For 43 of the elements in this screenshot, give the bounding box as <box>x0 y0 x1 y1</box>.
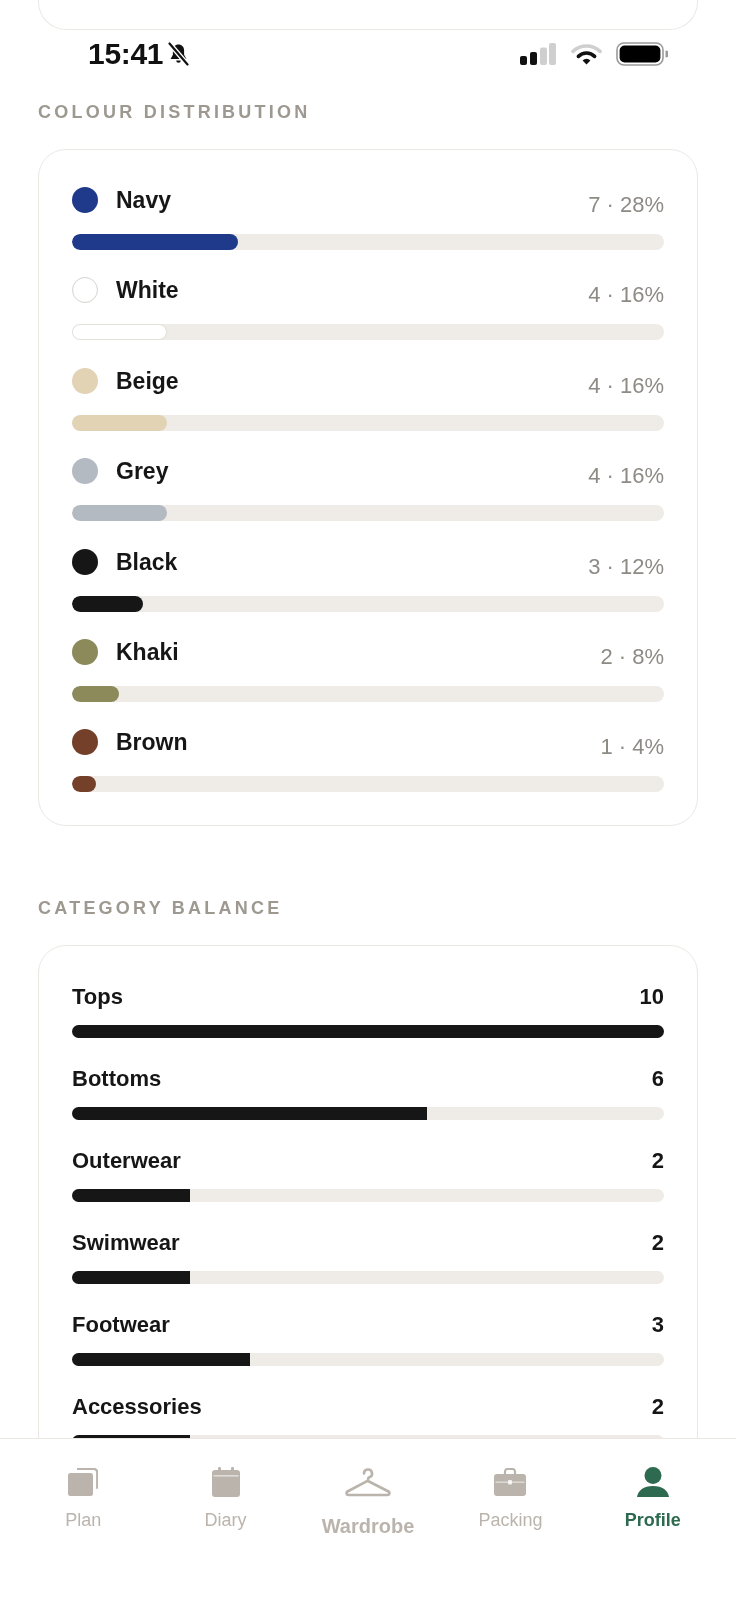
bell-slash-icon <box>167 42 191 66</box>
nav-tab[interactable]: Plan <box>12 1466 155 1531</box>
count-percentage: 7 · 28% <box>588 191 664 219</box>
colour-name: Black <box>116 547 178 576</box>
battery-icon <box>616 42 668 66</box>
category-name: Footwear <box>72 1312 170 1339</box>
colour-name: Navy <box>116 186 171 214</box>
hanger-icon <box>345 1467 391 1497</box>
category-count: 3 <box>651 1312 664 1339</box>
person-icon <box>636 1467 669 1497</box>
colour-name: White <box>116 276 179 305</box>
nav-tab[interactable]: Packing <box>439 1466 582 1531</box>
count-percentage: 1 · 4% <box>600 733 664 762</box>
category-count: 6 <box>651 1066 664 1093</box>
count-percentage: 4 · 16% <box>588 462 664 491</box>
signal-icon <box>520 43 556 65</box>
nav-tab[interactable]: Diary <box>154 1466 297 1531</box>
category-count: 2 <box>651 1394 664 1421</box>
category-name: Tops <box>72 984 123 1011</box>
category-count: 10 <box>639 984 664 1011</box>
calendar-icon <box>211 1467 240 1497</box>
nav-tab[interactable]: Profile <box>581 1466 725 1531</box>
category-name: Swimwear <box>72 1230 180 1257</box>
count-percentage: 3 · 12% <box>588 552 664 581</box>
colour-name: Grey <box>116 457 169 486</box>
category-name: Outerwear <box>72 1148 181 1175</box>
category-count: 2 <box>651 1230 664 1257</box>
category-name: Accessories <box>72 1394 202 1421</box>
stacked-squares-icon <box>68 1468 99 1496</box>
briefcase-icon <box>494 1468 527 1496</box>
colour-name: Khaki <box>116 637 179 666</box>
section-title: CATEGORY BALANCE <box>38 898 283 919</box>
section-title: COLOUR DISTRIBUTION <box>38 102 311 122</box>
colour-name: Brown <box>116 728 188 757</box>
nav-tab[interactable]: Wardrobe <box>296 1466 440 1538</box>
count-percentage: 2 · 8% <box>600 642 664 671</box>
count-percentage: 4 · 16% <box>588 281 664 310</box>
count-percentage: 4 · 16% <box>588 371 664 400</box>
category-count: 2 <box>651 1148 664 1175</box>
wifi-icon <box>571 43 602 65</box>
category-name: Bottoms <box>72 1066 162 1093</box>
colour-name: Beige <box>116 366 179 395</box>
status-time: 15:41 <box>88 36 164 72</box>
